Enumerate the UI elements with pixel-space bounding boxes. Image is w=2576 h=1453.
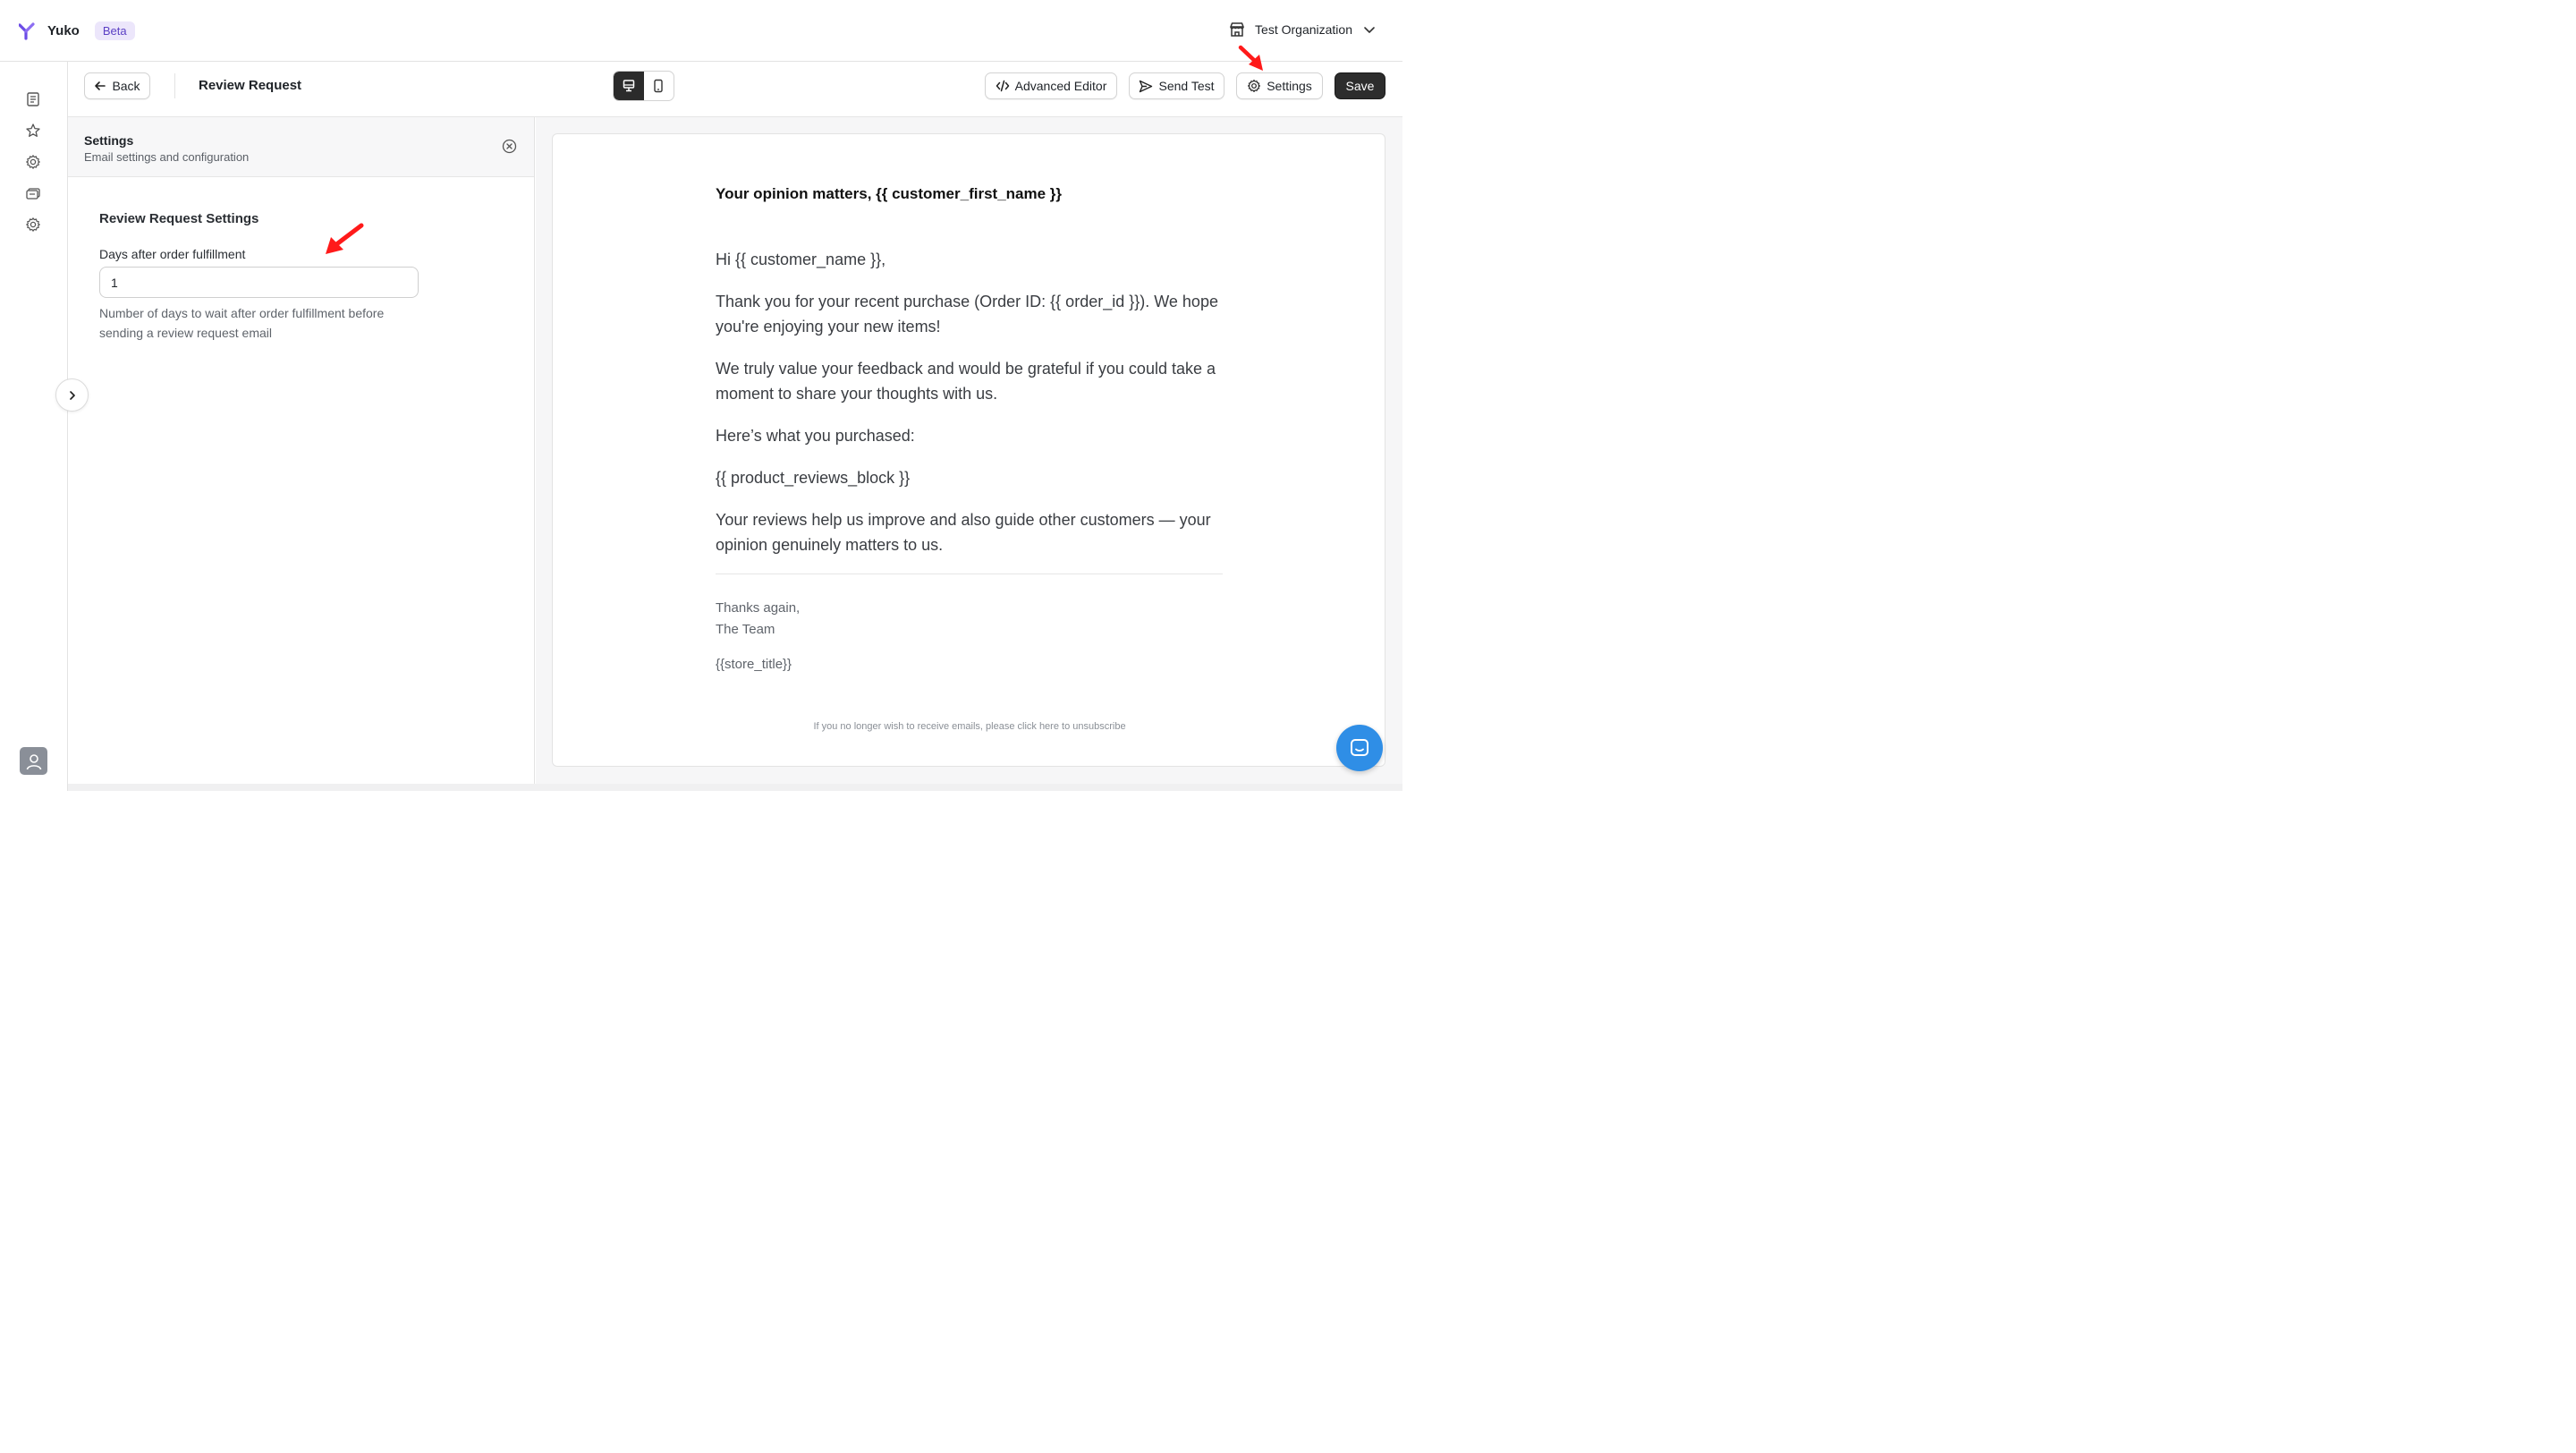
editor-header: Back Review Request Advanced Editor Send… bbox=[68, 62, 1402, 117]
desktop-view-button[interactable] bbox=[614, 72, 644, 100]
advanced-editor-button[interactable]: Advanced Editor bbox=[985, 72, 1117, 99]
days-field-label: Days after order fulfillment bbox=[99, 247, 246, 261]
save-button[interactable]: Save bbox=[1335, 72, 1385, 99]
yuko-logo-icon bbox=[19, 21, 35, 40]
back-label: Back bbox=[112, 79, 140, 93]
top-bar: Yuko Beta Test Organization bbox=[0, 0, 1402, 62]
email-paragraph: Your reviews help us improve and also gu… bbox=[716, 511, 1211, 554]
chevron-right-icon bbox=[69, 390, 75, 400]
settings-panel-header: Settings Email settings and configuratio… bbox=[68, 117, 534, 177]
store-icon bbox=[1230, 22, 1244, 37]
chat-launcher-button[interactable] bbox=[1336, 725, 1383, 771]
beta-badge: Beta bbox=[94, 21, 135, 40]
email-paragraph: Thank you for your recent purchase (Orde… bbox=[716, 293, 1218, 336]
settings-label: Settings bbox=[1267, 79, 1312, 93]
send-test-button[interactable]: Send Test bbox=[1129, 72, 1224, 99]
organization-name: Test Organization bbox=[1255, 22, 1352, 37]
user-avatar[interactable] bbox=[20, 747, 47, 775]
settings-panel-title: Settings bbox=[84, 133, 134, 148]
settings-panel-subtitle: Email settings and configuration bbox=[84, 150, 250, 164]
settings-button[interactable]: Settings bbox=[1236, 72, 1323, 99]
chevron-down-icon bbox=[1364, 27, 1375, 33]
organization-switcher[interactable]: Test Organization bbox=[1229, 21, 1376, 38]
gear-icon[interactable] bbox=[25, 154, 41, 170]
gear-icon bbox=[1248, 80, 1261, 92]
days-after-fulfillment-input[interactable] bbox=[99, 267, 419, 298]
brand[interactable]: Yuko Beta bbox=[19, 21, 135, 40]
days-field-help: Number of days to wait after order fulfi… bbox=[99, 306, 385, 340]
email-preview-area: Your opinion matters, {{ customer_first_… bbox=[536, 117, 1402, 784]
view-mode-toggle bbox=[613, 71, 674, 101]
product-reviews-block: {{ product_reviews_block }} bbox=[716, 469, 911, 487]
arrow-left-icon bbox=[95, 81, 106, 90]
annotation-arrow-icon bbox=[326, 223, 364, 254]
left-nav bbox=[0, 62, 68, 791]
star-icon[interactable] bbox=[25, 123, 41, 139]
book-icon[interactable] bbox=[25, 91, 41, 107]
advanced-editor-label: Advanced Editor bbox=[1014, 79, 1107, 93]
bottom-strip bbox=[68, 784, 1402, 791]
mobile-icon bbox=[654, 79, 663, 93]
mobile-view-button[interactable] bbox=[644, 72, 674, 100]
email-signoff: Thanks again, bbox=[716, 600, 801, 616]
send-test-label: Send Test bbox=[1158, 79, 1215, 93]
email-paragraph: We truly value your feedback and would b… bbox=[716, 360, 1216, 403]
expand-sidebar-button[interactable] bbox=[55, 378, 89, 412]
email-heading: Your opinion matters, {{ customer_first_… bbox=[716, 185, 1063, 202]
chat-icon bbox=[1351, 739, 1368, 756]
settings-panel: Settings Email settings and configuratio… bbox=[68, 117, 535, 784]
unsubscribe-text[interactable]: If you no longer wish to receive emails,… bbox=[553, 721, 1386, 732]
email-preview-card: Your opinion matters, {{ customer_first_… bbox=[552, 133, 1385, 767]
send-icon bbox=[1140, 80, 1153, 92]
annotation-arrow-icon bbox=[1238, 45, 1263, 71]
code-icon bbox=[996, 80, 1009, 92]
app-name: Yuko bbox=[47, 23, 80, 38]
cards-icon[interactable] bbox=[25, 185, 41, 201]
email-paragraph: Here’s what you purchased: bbox=[716, 427, 915, 445]
back-button[interactable]: Back bbox=[84, 72, 150, 99]
section-title: Review Request Settings bbox=[99, 211, 259, 226]
desktop-icon bbox=[623, 80, 634, 92]
gear-icon[interactable] bbox=[25, 217, 41, 233]
close-icon[interactable] bbox=[502, 139, 517, 154]
user-icon bbox=[26, 753, 41, 769]
page-title: Review Request bbox=[199, 78, 302, 93]
store-title: {{store_title}} bbox=[716, 657, 792, 672]
header-divider bbox=[174, 73, 175, 98]
email-greeting: Hi {{ customer_name }}, bbox=[716, 251, 886, 268]
email-signature: The Team bbox=[716, 622, 775, 637]
